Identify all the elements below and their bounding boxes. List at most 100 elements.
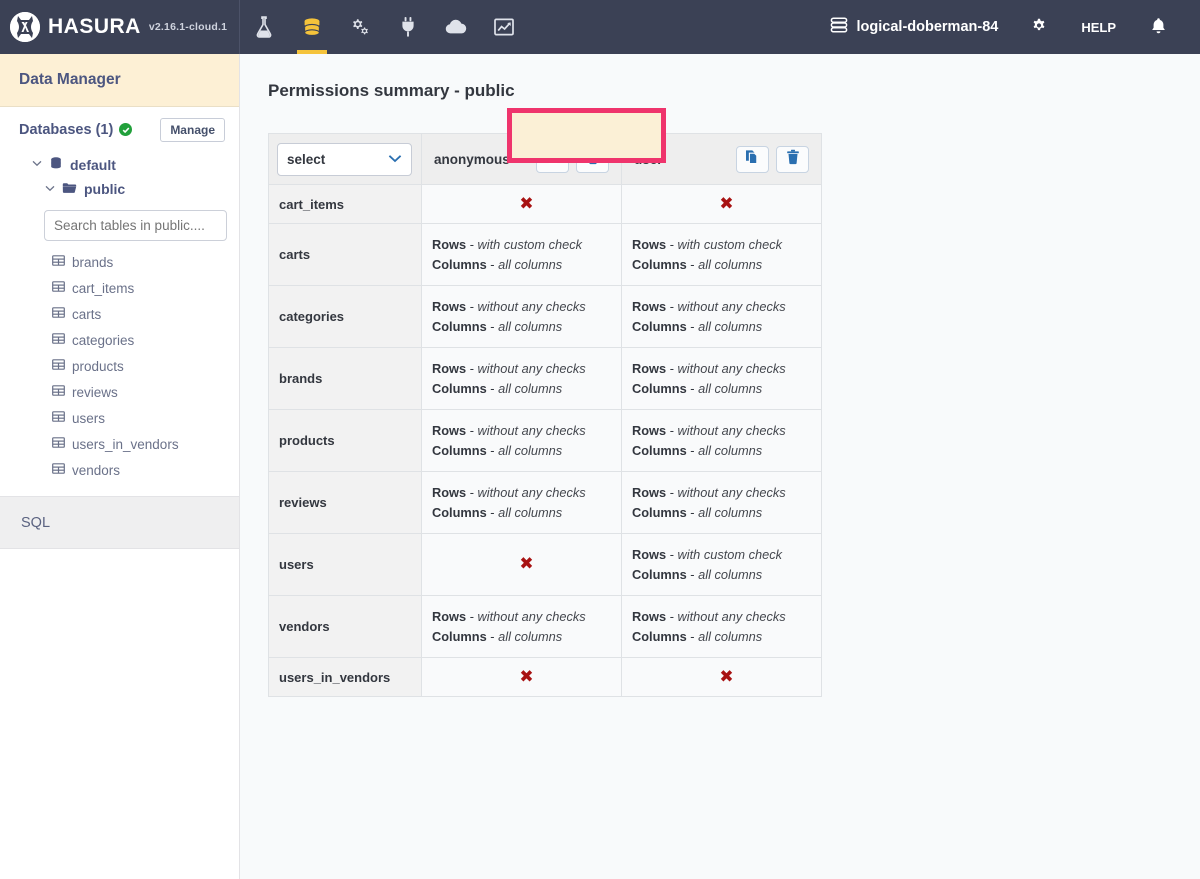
columns-value: all columns [698,567,762,582]
permission-cell[interactable]: Rows - without any checks Columns - all … [422,472,622,534]
rows-value: without any checks [678,361,786,376]
table-row: brands Rows - without any checks Columns… [269,348,822,410]
permission-cell[interactable]: ✖ [622,658,822,697]
columns-value: all columns [498,629,562,644]
sidebar-database-default[interactable]: default [0,152,239,177]
role-name: user [634,152,663,167]
permission-cell[interactable]: Rows - without any checks Columns - all … [622,348,822,410]
sidebar-table-cart-items[interactable]: cart_items [0,275,239,301]
table-row: carts Rows - with custom check Columns -… [269,224,822,286]
red-x-icon: ✖ [632,196,821,213]
permission-cell[interactable]: ✖ [422,185,622,224]
trash-icon [586,149,600,170]
permission-cell[interactable]: ✖ [422,658,622,697]
rows-label: Rows [632,361,666,376]
data-manager-title: Data Manager [19,71,121,89]
nav-api-flask-icon[interactable] [240,0,288,54]
sidebar-table-label: brands [72,255,113,270]
sidebar-item-sql[interactable]: SQL [0,497,239,549]
row-table-name: users_in_vendors [269,658,422,697]
table-row: vendors Rows - without any checks Column… [269,596,822,658]
permission-cell[interactable]: Rows - without any checks Columns - all … [422,348,622,410]
sidebar-table-brands[interactable]: brands [0,249,239,275]
chevron-down-icon[interactable] [45,184,55,195]
help-button[interactable]: HELP [1064,0,1133,54]
nav-database-icon[interactable] [288,0,336,54]
clone-permissions-button-anonymous[interactable] [536,146,569,173]
columns-label: Columns [632,629,687,644]
sidebar-table-carts[interactable]: carts [0,301,239,327]
row-table-name: reviews [269,472,422,534]
nav-events-cloud-icon[interactable] [432,0,480,54]
role-name: anonymous [434,152,510,167]
copy-icon [745,149,760,170]
sidebar-table-label: users_in_vendors [72,437,179,452]
brand-logo[interactable]: HASURA v2.16.1-cloud.1 [0,0,240,54]
columns-value: all columns [498,505,562,520]
delete-permissions-button-anonymous[interactable] [576,146,609,173]
rows-label: Rows [432,299,466,314]
clone-permissions-button-user[interactable] [736,146,769,173]
permission-cell[interactable]: Rows - with custom check Columns - all c… [622,224,822,286]
columns-label: Columns [432,381,487,396]
columns-label: Columns [432,257,487,272]
sidebar-table-reviews[interactable]: reviews [0,379,239,405]
main-nav-icons [240,0,528,54]
notifications-button[interactable] [1133,0,1184,54]
nav-remote-schemas-plug-icon[interactable] [384,0,432,54]
rows-value: without any checks [678,299,786,314]
table-icon [52,436,65,452]
row-table-name: cart_items [269,185,422,224]
permissions-header-row: select anonymous [269,134,822,185]
columns-label: Columns [432,443,487,458]
hasura-lambda-logo-icon [10,12,40,42]
manage-databases-button[interactable]: Manage [160,118,225,142]
folder-icon [62,181,77,197]
nav-actions-gears-icon[interactable] [336,0,384,54]
columns-label: Columns [432,505,487,520]
red-x-icon: ✖ [432,196,621,213]
columns-value: all columns [498,257,562,272]
table-icon [52,306,65,322]
rows-label: Rows [432,609,466,624]
sidebar-schema-public[interactable]: public [0,177,239,201]
sidebar-table-label: users [72,411,105,426]
permission-cell[interactable]: Rows - without any checks Columns - all … [622,286,822,348]
columns-value: all columns [698,381,762,396]
settings-button[interactable] [1014,0,1064,54]
permission-cell[interactable]: Rows - without any checks Columns - all … [422,286,622,348]
table-row: products Rows - without any checks Colum… [269,410,822,472]
permission-cell[interactable]: Rows - without any checks Columns - all … [622,472,822,534]
columns-label: Columns [432,319,487,334]
search-tables-input[interactable] [44,210,227,241]
permission-cell[interactable]: ✖ [622,185,822,224]
rows-value: without any checks [478,361,586,376]
permission-cell[interactable]: Rows - without any checks Columns - all … [622,410,822,472]
sql-label: SQL [21,515,50,531]
permissions-summary-table: select anonymous [268,133,822,697]
query-type-select[interactable]: select [277,143,412,176]
sidebar-table-users-in-vendors[interactable]: users_in_vendors [0,431,239,457]
permission-cell[interactable]: Rows - without any checks Columns - all … [422,410,622,472]
rows-label: Rows [632,237,666,252]
columns-value: all columns [698,505,762,520]
rows-value: without any checks [678,609,786,624]
permission-cell[interactable]: ✖ [422,534,622,596]
row-table-name: categories [269,286,422,348]
sidebar-table-users[interactable]: users [0,405,239,431]
delete-permissions-button-user[interactable] [776,146,809,173]
version-label: v2.16.1-cloud.1 [149,21,227,34]
sidebar-table-products[interactable]: products [0,353,239,379]
columns-label: Columns [632,257,687,272]
nav-monitoring-chart-icon[interactable] [480,0,528,54]
permission-cell[interactable]: Rows - with custom check Columns - all c… [422,224,622,286]
project-selector[interactable]: logical-doberman-84 [814,16,1015,38]
sidebar-table-vendors[interactable]: vendors [0,457,239,483]
brand-name: HASURA [48,15,141,39]
permission-cell[interactable]: Rows - without any checks Columns - all … [422,596,622,658]
permission-cell[interactable]: Rows - without any checks Columns - all … [622,596,822,658]
permission-cell[interactable]: Rows - with custom check Columns - all c… [622,534,822,596]
sidebar-table-list: brands cart_items carts categories produ… [0,245,239,483]
chevron-down-icon[interactable] [32,159,42,170]
sidebar-table-categories[interactable]: categories [0,327,239,353]
